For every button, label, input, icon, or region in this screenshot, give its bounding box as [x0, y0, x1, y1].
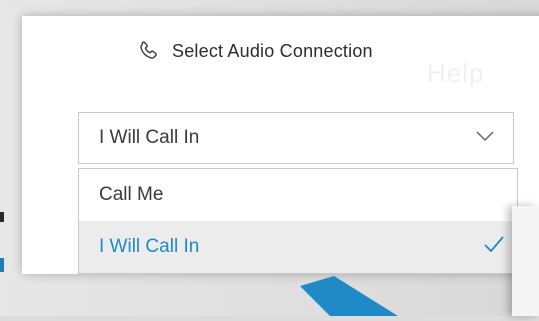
- dialog-header: Select Audio Connection: [136, 36, 373, 66]
- checkmark-icon: [483, 235, 505, 259]
- pointer-arrow-graphic: [300, 276, 400, 321]
- left-edge-mark: [0, 212, 4, 222]
- faded-background-text: Help: [427, 58, 485, 88]
- left-edge-accent-mark: [0, 258, 4, 272]
- audio-connection-select[interactable]: I Will Call In: [78, 112, 514, 164]
- option-call-me[interactable]: Call Me: [79, 169, 517, 221]
- option-label: Call Me: [99, 184, 164, 205]
- dialog-title: Select Audio Connection: [172, 40, 373, 61]
- select-current-value: I Will Call In: [99, 127, 200, 148]
- overlapping-window-edge: [512, 206, 539, 316]
- phone-icon: [136, 39, 160, 63]
- option-i-will-call-in[interactable]: I Will Call In: [79, 221, 517, 273]
- audio-options-menu: Call Me I Will Call In: [78, 168, 518, 274]
- chevron-down-icon[interactable]: [475, 129, 495, 147]
- option-label: I Will Call In: [99, 236, 200, 257]
